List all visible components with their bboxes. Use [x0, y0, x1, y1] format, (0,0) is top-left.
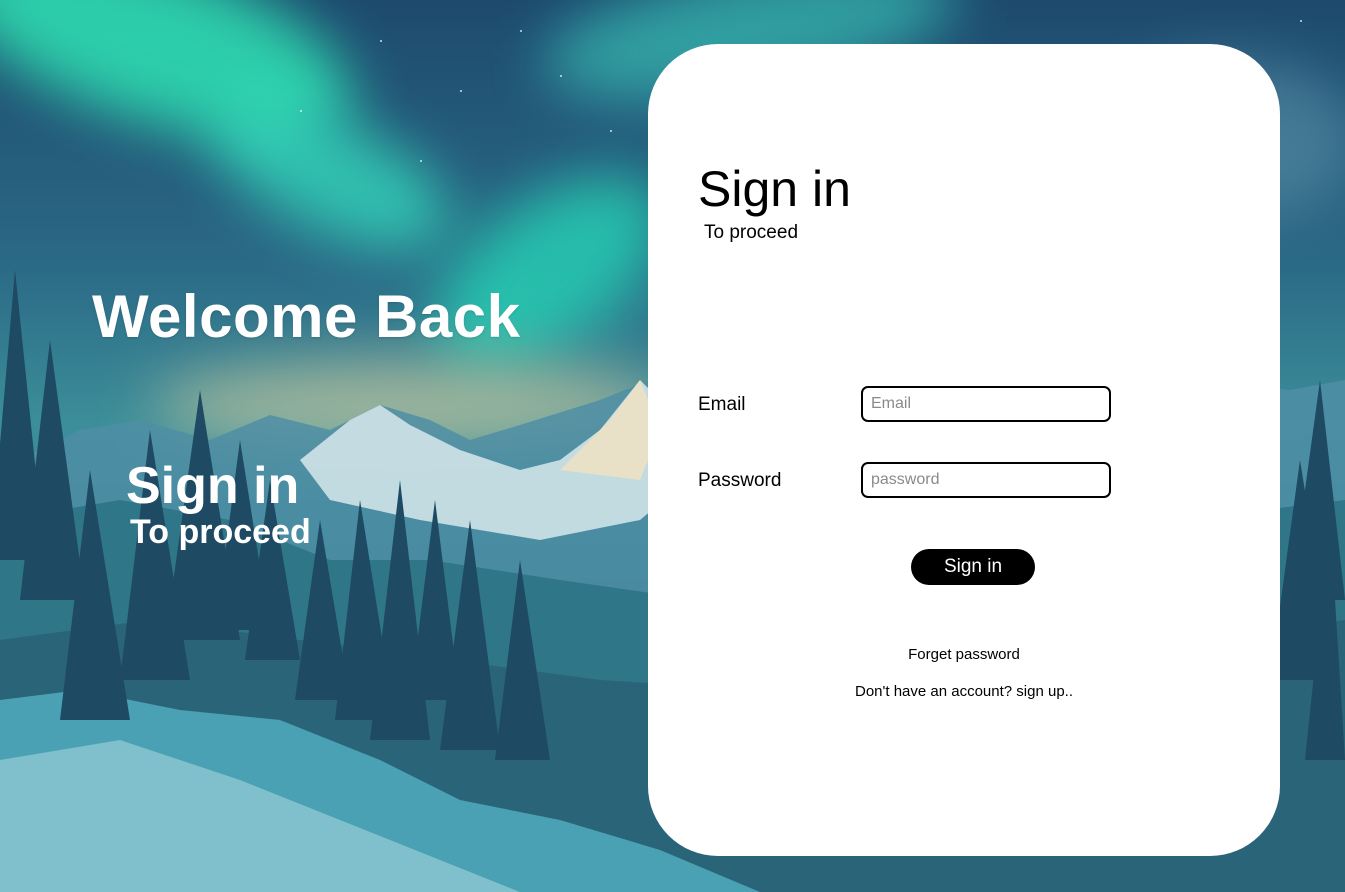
- hero-sign-in-text: Sign in: [126, 457, 300, 515]
- forgot-password-link[interactable]: Forget password: [648, 646, 1280, 663]
- sign-in-card: Sign in To proceed Email Password Sign i…: [648, 44, 1280, 856]
- hero-proceed-text: To proceed: [130, 513, 311, 551]
- card-subtitle: To proceed: [704, 222, 799, 243]
- sign-up-link[interactable]: Don't have an account? sign up..: [648, 683, 1280, 700]
- login-page: Welcome Back Sign in To proceed Sign in …: [0, 0, 1345, 892]
- welcome-heading: Welcome Back: [92, 283, 521, 350]
- sign-in-button[interactable]: Sign in: [911, 549, 1035, 585]
- email-label: Email: [698, 394, 746, 415]
- password-field[interactable]: [861, 462, 1111, 498]
- password-label: Password: [698, 470, 782, 491]
- hero-subheading: Sign in To proceed: [126, 458, 311, 550]
- card-title: Sign in: [698, 161, 851, 217]
- email-field[interactable]: [861, 386, 1111, 422]
